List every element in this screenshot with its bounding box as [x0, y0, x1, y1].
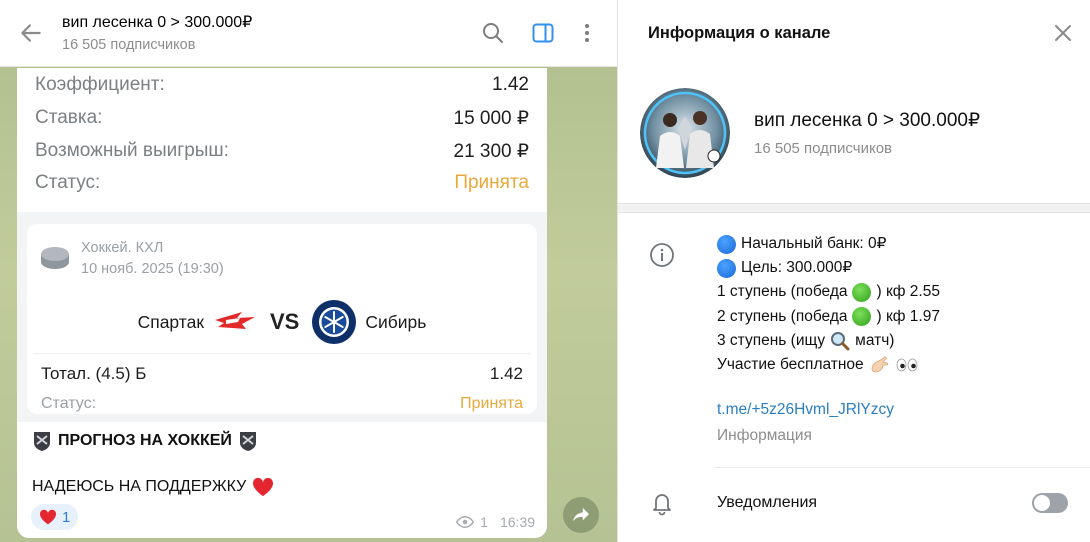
- magnifier-icon: [831, 331, 850, 351]
- spartak-logo-icon: [214, 312, 255, 329]
- chat-title[interactable]: вип лесенка 0 > 300.000₽: [62, 12, 252, 32]
- card-status-row: Статус: Принята: [41, 395, 523, 413]
- match-row: Спартак VS Сибирь: [27, 300, 537, 344]
- channel-description: Начальный банк: 0₽ Цель: 300.000₽ 1 ступ…: [717, 232, 940, 377]
- reaction-count: 1: [62, 508, 71, 526]
- chat-pane: вип лесенка 0 > 300.000₽ 16 505 подписчи…: [0, 0, 617, 542]
- desc-text: Участие бесплатное: [717, 356, 864, 374]
- sibir-logo-icon: [312, 300, 357, 344]
- heart-icon: [39, 509, 57, 525]
- green-circle-icon: [852, 283, 872, 302]
- channel-avatar[interactable]: [640, 88, 730, 178]
- bell-icon: [653, 494, 671, 516]
- share-icon: [573, 507, 589, 522]
- channel-subscribers: 16 505 подписчиков: [754, 140, 893, 157]
- card-status-key: Статус:: [41, 395, 97, 412]
- team-home: Спартак: [137, 311, 204, 332]
- card-status-badge: Принята: [460, 395, 523, 412]
- bet-key: Ставка:: [35, 107, 103, 128]
- match-date: 10 нояб. 2025 (19:30): [81, 261, 224, 277]
- close-icon[interactable]: [1052, 22, 1074, 44]
- hockey-puck-icon: [41, 247, 69, 269]
- message-meta: 1 16:39: [456, 514, 535, 530]
- khl-logo-icon: [239, 432, 256, 451]
- desc-text: ) кф 1.97: [876, 307, 940, 325]
- message-time: 16:39: [499, 514, 535, 530]
- info-icon: [650, 243, 674, 267]
- channel-info-pane: Информация о канале вип лесенка 0 > 300.…: [617, 0, 1090, 542]
- back-arrow-icon[interactable]: [18, 20, 44, 46]
- message-support-text: НАДЕЮСЬ НА ПОДДЕРЖКУ: [32, 478, 247, 495]
- more-vertical-icon[interactable]: [575, 21, 599, 45]
- desc-text: матч): [855, 331, 895, 349]
- message-forecast-text: ПРОГНОЗ НА ХОККЕЙ: [58, 432, 232, 449]
- desc-line: Цель: 300.000₽: [717, 256, 940, 280]
- eyes-icon: [896, 358, 918, 372]
- desc-text: Цель: 300.000₽: [741, 259, 853, 277]
- eye-icon: [456, 516, 475, 528]
- message-line-forecast: ПРОГНОЗ НА ХОККЕЙ: [32, 430, 258, 452]
- bet-row-possible-win: Возможный выигрыш: 21 300 ₽: [35, 140, 529, 163]
- desc-text: ) кф 2.55: [876, 283, 940, 301]
- message-bubble: Коэффициент: 1.42 Ставка: 15 000 ₽ Возмо…: [17, 68, 547, 538]
- bet-card-area: Хоккей. КХЛ 10 нояб. 2025 (19:30) Спарта…: [17, 212, 547, 422]
- notifications-label: Уведомления: [717, 494, 818, 511]
- team-away: Сибирь: [365, 311, 427, 332]
- desc-text: 3 ступень (ищу: [717, 331, 826, 349]
- card-divider: [33, 353, 531, 354]
- chat-header: вип лесенка 0 > 300.000₽ 16 505 подписчи…: [0, 0, 617, 67]
- vs-label: VS: [269, 309, 300, 334]
- share-button[interactable]: [563, 497, 599, 533]
- pinching-hand-icon: [871, 356, 888, 373]
- message-line-support: НАДЕЮСЬ НА ПОДДЕРЖКУ: [32, 477, 274, 497]
- bet-key: Коэффициент:: [35, 74, 165, 95]
- blue-circle-icon: [717, 234, 736, 254]
- channel-name: вип лесенка 0 > 300.000₽: [754, 110, 981, 131]
- khl-logo-icon: [34, 432, 50, 451]
- views-count: 1: [480, 514, 488, 530]
- desc-line: Участие бесплатное: [717, 353, 940, 377]
- chat-subscribers: 16 505 подписчиков: [62, 37, 196, 53]
- desc-line: 2 ступень (победа ) кф 1.97: [717, 305, 940, 329]
- info-panel-title: Информация о канале: [648, 24, 831, 42]
- league-label: Хоккей. КХЛ: [81, 240, 164, 256]
- avatar-image: [640, 88, 730, 178]
- link-caption: Информация: [717, 427, 812, 444]
- desc-text: 1 ступень (победа: [717, 283, 848, 301]
- notifications-toggle[interactable]: [1032, 493, 1068, 513]
- desc-text: 2 ступень (победа: [717, 307, 848, 325]
- section-separator: [618, 203, 1090, 213]
- market-row: Тотал. (4.5) Б 1.42: [41, 364, 523, 384]
- green-circle-icon: [852, 307, 872, 327]
- market-label: Тотал. (4.5) Б: [41, 364, 147, 383]
- search-icon[interactable]: [481, 21, 505, 45]
- divider: [714, 467, 1090, 468]
- bet-value: 21 300 ₽: [453, 141, 529, 162]
- heart-icon: [253, 477, 274, 497]
- bet-row-status: Статус: Принята: [35, 172, 529, 194]
- desc-line: 3 ступень (ищу матч): [717, 329, 940, 353]
- bet-row-stake: Ставка: 15 000 ₽: [35, 107, 529, 130]
- blue-circle-icon: [717, 258, 736, 278]
- desc-line: Начальный банк: 0₽: [717, 232, 940, 256]
- status-badge: Принята: [454, 172, 529, 193]
- channel-invite-link[interactable]: t.me/+5z26Hvml_JRlYzcy: [717, 401, 894, 419]
- bet-value: 15 000 ₽: [453, 108, 529, 129]
- bet-key: Статус:: [35, 172, 101, 193]
- bet-value: 1.42: [492, 74, 529, 95]
- toggle-knob: [1034, 495, 1050, 511]
- desc-text: Начальный банк: 0₽: [741, 235, 887, 252]
- sidebar-toggle-icon[interactable]: [531, 21, 555, 45]
- market-odds: 1.42: [489, 364, 523, 383]
- desc-line: 1 ступень (победа ) кф 2.55: [717, 280, 940, 304]
- bet-card: Хоккей. КХЛ 10 нояб. 2025 (19:30) Спарта…: [27, 224, 537, 414]
- reaction-heart[interactable]: 1: [31, 504, 79, 530]
- bet-row-coefficient: Коэффициент: 1.42: [35, 74, 529, 96]
- bet-key: Возможный выигрыш:: [35, 140, 229, 161]
